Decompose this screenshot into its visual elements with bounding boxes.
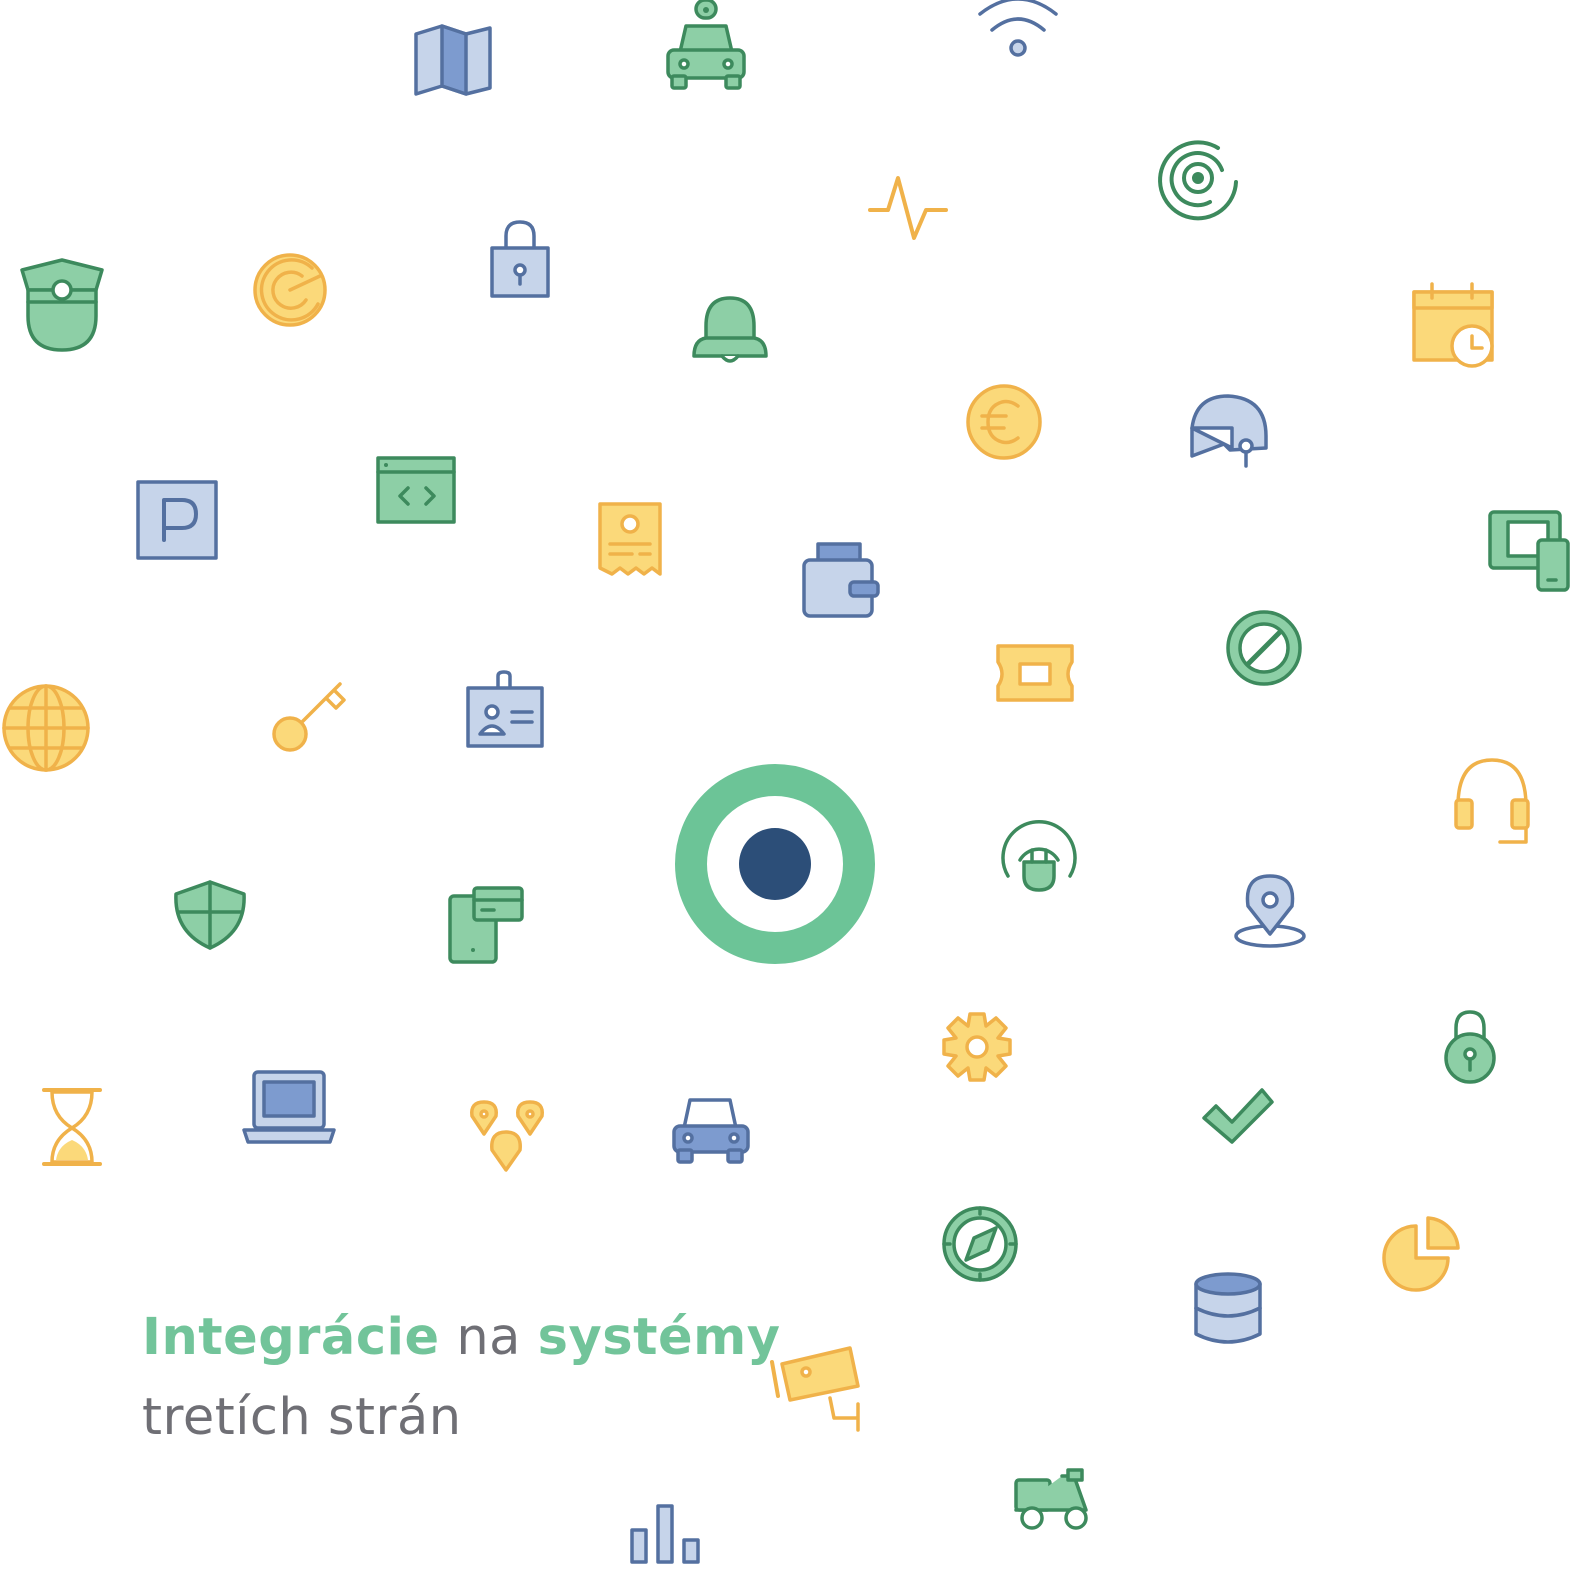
fingerprint-target-icon xyxy=(1158,140,1238,221)
pulse-icon xyxy=(868,176,948,240)
target-coin-icon xyxy=(253,253,327,327)
page-heading: Integrácie na systémy tretích strán xyxy=(142,1298,780,1458)
center-target-icon xyxy=(675,764,875,964)
gear-icon xyxy=(942,1012,1012,1082)
heading-word-integracie: Integrácie xyxy=(142,1308,440,1367)
checkmark-icon xyxy=(1202,1088,1274,1144)
scooter-icon xyxy=(1014,1468,1088,1530)
wifi-icon xyxy=(978,0,1058,57)
security-camera-icon xyxy=(770,1346,860,1432)
heading-word-systemy: systémy xyxy=(537,1308,781,1367)
heading-line-2: tretích strán xyxy=(142,1388,462,1447)
calendar-clock-icon xyxy=(1412,282,1494,368)
car-icon xyxy=(672,1098,750,1164)
devices-icon xyxy=(1488,510,1570,592)
police-cap-icon xyxy=(20,258,104,352)
laptop-icon xyxy=(242,1070,336,1144)
bell-icon xyxy=(692,296,768,363)
shield-icon xyxy=(174,880,246,950)
ticket-icon xyxy=(996,644,1074,702)
id-badge-icon xyxy=(466,670,544,748)
heading-word-na: na xyxy=(456,1308,521,1367)
pie-chart-icon xyxy=(1382,1216,1460,1292)
headset-icon xyxy=(1454,758,1530,844)
location-pin-icon xyxy=(1234,874,1306,948)
parking-sign-icon xyxy=(136,480,218,560)
phone-card-icon xyxy=(448,886,524,964)
ev-plug-icon xyxy=(1001,820,1077,892)
compass-icon xyxy=(942,1206,1018,1282)
euro-coin-icon xyxy=(966,384,1042,460)
multi-pin-icon xyxy=(470,1100,544,1172)
hourglass-icon xyxy=(42,1088,102,1166)
no-entry-icon xyxy=(1226,610,1302,686)
robot-car-icon xyxy=(666,0,746,90)
database-icon xyxy=(1194,1272,1262,1344)
receipt-icon xyxy=(598,502,662,576)
round-padlock-icon xyxy=(1444,1010,1496,1084)
bar-chart-icon xyxy=(630,1504,700,1564)
map-icon xyxy=(414,24,492,96)
code-window-icon xyxy=(376,456,456,524)
wallet-icon xyxy=(802,542,880,618)
padlock-icon xyxy=(490,220,550,298)
helmet-icon xyxy=(1190,394,1268,468)
globe-icon xyxy=(2,684,90,772)
key-icon xyxy=(272,682,346,752)
